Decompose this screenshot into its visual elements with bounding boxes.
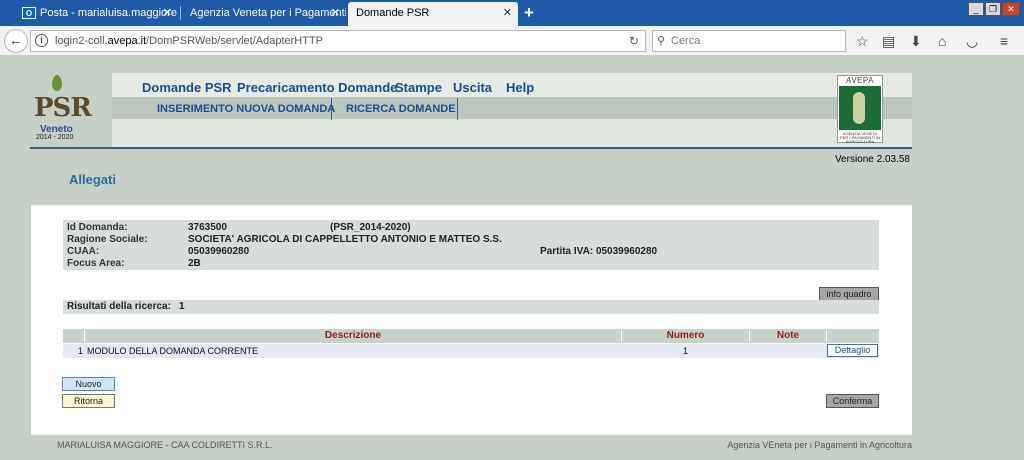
menu-help[interactable]: Help: [506, 80, 534, 95]
url-bar[interactable]: i login2-coll.avepa.it/DomPSRWeb/servlet…: [30, 30, 646, 52]
tab-label: Domande PSR: [356, 7, 430, 19]
focus-label: Focus Area:: [67, 258, 125, 269]
new-tab-button[interactable]: +: [524, 2, 534, 24]
submenu-separator: [457, 98, 458, 120]
domanda-info-box: Id Domanda: 3763500 (PSR_2014-2020) Ragi…: [63, 220, 879, 270]
back-arrow-icon[interactable]: ←: [4, 29, 28, 53]
cuaa-value: 05039960280: [188, 246, 250, 257]
download-icon[interactable]: ⬇: [910, 34, 922, 48]
restore-icon[interactable]: ❐: [985, 2, 1001, 16]
row-numero: 1: [682, 346, 688, 356]
browser-nav-bar: ← i login2-coll.avepa.it/DomPSRWeb/servl…: [0, 26, 1024, 56]
menu-domande-psr[interactable]: Domande PSR: [142, 80, 232, 95]
info-row-ragione: Ragione Sociale: SOCIETA' AGRICOLA DI CA…: [67, 234, 877, 246]
wheat-icon: [839, 86, 881, 130]
tab-agenzia[interactable]: Agenzia Veneta per i Pagamenti in... ✕: [182, 2, 346, 26]
hamburger-menu-icon[interactable]: ≡: [1000, 34, 1008, 48]
header-strip: [112, 119, 912, 147]
minimize-icon[interactable]: _: [968, 2, 984, 16]
tab-close-icon[interactable]: ✕: [503, 2, 512, 24]
tab-label: Agenzia Veneta per i Pagamenti in...: [190, 7, 346, 19]
ragione-label: Ragione Sociale:: [67, 234, 148, 245]
outlook-icon: O: [22, 7, 36, 20]
psr-logo-years: 2014 - 2020: [36, 134, 74, 141]
ragione-value: SOCIETA' AGRICOLA DI CAPPELLETTO ANTONIO…: [188, 234, 502, 245]
nuovo-button[interactable]: Nuovo: [62, 377, 115, 391]
info-row-focus: Focus Area: 2B: [67, 258, 877, 270]
id-extra: (PSR_2014-2020): [330, 222, 411, 233]
table-row: 1 MODULO DELLA DOMANDA CORRENTE 1 Dettag…: [63, 344, 879, 358]
browser-tab-strip: O Posta - marialuisa.maggiore@... ✕ Agenz…: [0, 0, 1024, 26]
page-title: Allegati: [69, 172, 116, 187]
info-row-cuaa: CUAA: 05039960280 Partita IVA: 050399602…: [67, 246, 877, 258]
search-input[interactable]: ⚲ Cerca: [652, 30, 846, 52]
app-header: PSR Veneto 2014 - 2020 Domande PSR Preca…: [30, 71, 912, 149]
version-label: Versione 2.03.58: [834, 154, 910, 165]
cuaa-label: CUAA:: [67, 246, 100, 257]
search-icon: ⚲: [657, 35, 666, 47]
info-row-id: Id Domanda: 3763500 (PSR_2014-2020): [67, 222, 877, 234]
submenu-ricerca-domande[interactable]: RICERCA DOMANDE: [332, 98, 470, 120]
conferma-button[interactable]: Conferma: [826, 394, 879, 408]
table-header: Descrizione Numero Note: [63, 329, 879, 343]
search-placeholder: Cerca: [671, 35, 701, 47]
header-divider: [30, 147, 912, 149]
info-quadro-button[interactable]: info quadro: [819, 287, 879, 301]
results-bar: Risultati della ricerca: 1: [63, 300, 879, 314]
ritorna-button[interactable]: Ritorna: [62, 394, 115, 408]
psr-logo: PSR Veneto 2014 - 2020: [30, 73, 92, 147]
avepa-logo-subtitle: AGENZIA VENETA PER I PAGAMENTI IN AGRICO…: [840, 131, 880, 144]
page: PSR Veneto 2014 - 2020 Domande PSR Preca…: [0, 57, 1024, 460]
avepa-logo: AVEPA AGENZIA VENETA PER I PAGAMENTI IN …: [837, 75, 883, 144]
results-label: Risultati della ricerca:: [67, 301, 171, 312]
id-value: 3763500: [188, 222, 227, 233]
header-descrizione: Descrizione: [324, 330, 382, 341]
page-footer: MARIALUISA MAGGIORE - CAA COLDIRETTI S.R…: [57, 440, 912, 454]
reload-icon[interactable]: ↻: [629, 34, 639, 48]
menu-uscita[interactable]: Uscita: [453, 80, 492, 95]
tab-label: Posta - marialuisa.maggiore@...: [40, 7, 178, 19]
tab-close-icon[interactable]: ✕: [163, 2, 172, 24]
results-count: 1: [178, 301, 185, 312]
pocket-icon[interactable]: ◡: [966, 34, 978, 48]
dettaglio-button[interactable]: Dettaglio: [827, 344, 878, 357]
page-info-icon[interactable]: i: [35, 34, 48, 47]
window-controls: _ ❐ ✕: [967, 2, 1020, 16]
content-panel: Id Domanda: 3763500 (PSR_2014-2020) Ragi…: [31, 205, 912, 435]
home-icon[interactable]: ⌂: [938, 34, 946, 48]
header-numero: Numero: [666, 330, 705, 341]
tab-domande-psr[interactable]: Domande PSR ✕: [348, 2, 518, 26]
footer-user: MARIALUISA MAGGIORE - CAA COLDIRETTI S.R…: [57, 440, 273, 450]
partita-iva: Partita IVA: 05039960280: [540, 246, 658, 257]
tab-posta[interactable]: O Posta - marialuisa.maggiore@... ✕: [14, 2, 178, 26]
reading-list-icon[interactable]: ▤: [882, 34, 895, 48]
row-descrizione: MODULO DELLA DOMANDA CORRENTE: [87, 346, 259, 356]
avepa-logo-title: AVEPA: [846, 76, 874, 85]
psr-logo-text: PSR: [34, 93, 92, 123]
menu-precaricamento-domande[interactable]: Precaricamento Domande: [237, 80, 397, 95]
id-label: Id Domanda:: [67, 222, 128, 233]
menu-stampe[interactable]: Stampe: [395, 80, 442, 95]
tab-close-icon[interactable]: ✕: [331, 2, 340, 24]
row-note: [750, 344, 826, 358]
submenu-inserimento-nuova-domanda[interactable]: INSERIMENTO NUOVA DOMANDA: [143, 98, 349, 120]
tab-separator: [180, 6, 181, 20]
footer-agency: Agenzia VEneta per i Pagamenti in Agrico…: [727, 440, 912, 450]
header-note: Note: [776, 330, 800, 341]
row-index: 1: [78, 346, 84, 356]
url-text: login2-coll.avepa.it/DomPSRWeb/servlet/A…: [55, 35, 324, 47]
bookmark-star-icon[interactable]: ☆: [856, 34, 869, 48]
leaf-icon: [52, 75, 62, 91]
close-window-icon[interactable]: ✕: [1002, 2, 1020, 16]
focus-value: 2B: [188, 258, 201, 269]
